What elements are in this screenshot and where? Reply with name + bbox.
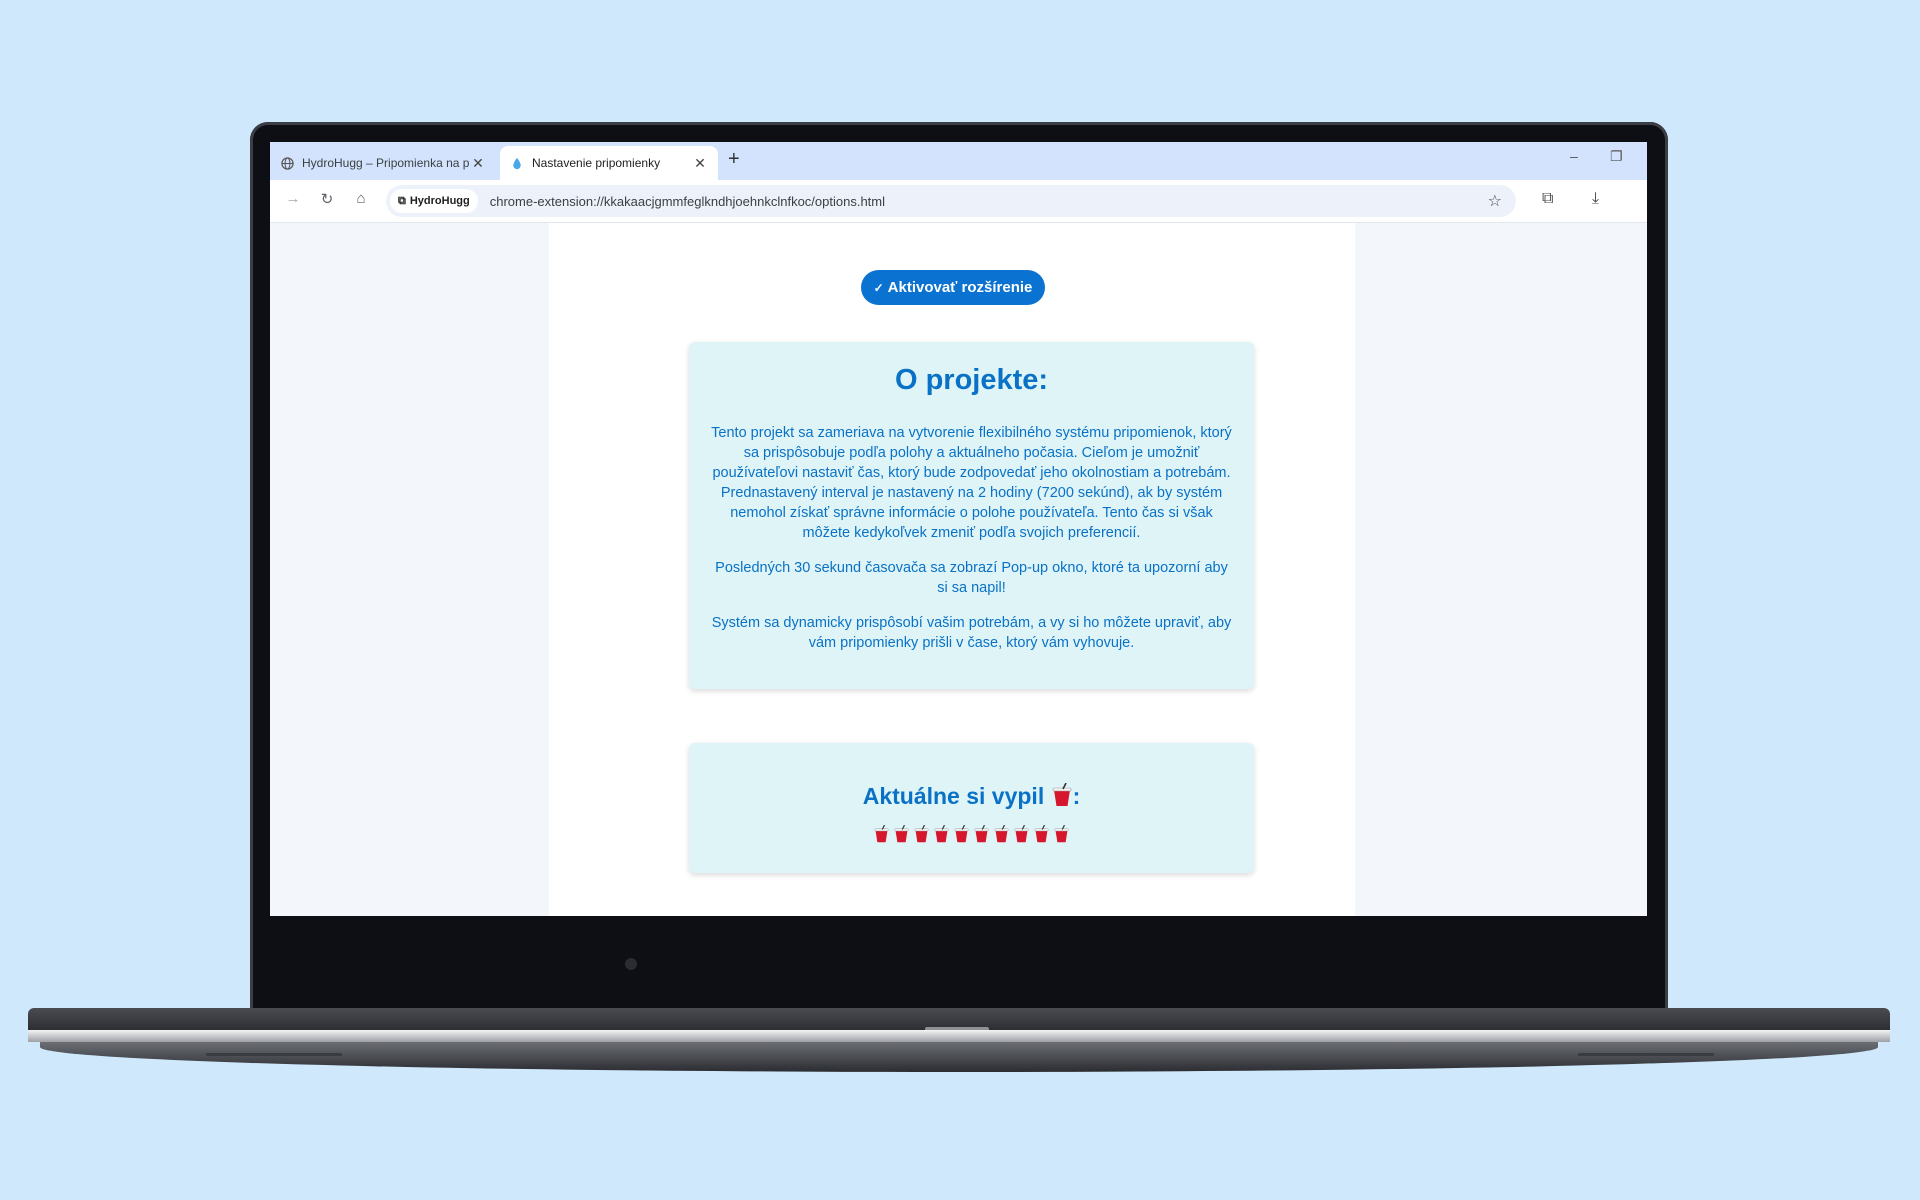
browser-window: HydroHugg – Pripomienka na p ✕ Nastaveni… [270, 142, 1647, 916]
intake-title-colon: : [1072, 783, 1081, 809]
address-bar[interactable]: ⧉ HydroHugg chrome-extension://kkakaacjg… [386, 185, 1516, 217]
activate-button-label: Aktivovať rozšírenie [887, 279, 1033, 296]
cup-with-straw-icon [933, 825, 950, 843]
about-paragraph-1: Tento projekt sa zameriava na vytvorenie… [711, 425, 1232, 541]
tab-nastavenie[interactable]: Nastavenie pripomienky ✕ [500, 146, 718, 180]
extension-chip-label: HydroHugg [409, 195, 470, 207]
globe-icon [280, 156, 294, 170]
minimize-icon[interactable]: – [1570, 148, 1578, 164]
intake-title-text: Aktuálne si vypil [862, 783, 1045, 809]
extensions-icon[interactable]: ⧉ [1542, 190, 1553, 208]
webcam [625, 958, 637, 970]
url-text[interactable]: chrome-extension://kkakaacjgmmfeglkndhjo… [490, 194, 885, 209]
reload-icon[interactable]: ↻ [317, 190, 337, 208]
tab-hydrohugg[interactable]: HydroHugg – Pripomienka na p ✕ [270, 146, 496, 180]
cup-with-straw-icon [893, 825, 910, 843]
tab-title: HydroHugg – Pripomienka na p [302, 156, 470, 170]
cup-with-straw-icon [953, 825, 970, 843]
browser-toolbar: → ↻ ⌂ ⧉ HydroHugg chrome-extension://kka… [270, 180, 1647, 223]
about-paragraph-3: Systém sa dynamicky prispôsobí vašim pot… [711, 615, 1232, 651]
extension-chip[interactable]: ⧉ HydroHugg [390, 189, 478, 213]
home-icon[interactable]: ⌂ [351, 190, 371, 207]
cup-with-straw-icon [973, 825, 990, 843]
forward-icon[interactable]: → [283, 190, 303, 207]
water-drop-icon [510, 156, 524, 170]
activate-extension-button[interactable]: ✓ Aktivovať rozšírenie [861, 270, 1045, 305]
download-icon[interactable]: ⤓ [1592, 190, 1599, 208]
speaker-vent-left [206, 1053, 342, 1056]
about-paragraph-2: Posledných 30 sekund časovača sa zobrazí… [715, 560, 1228, 596]
page-content: ✓ Aktivovať rozšírenie O projekte: Tento… [270, 223, 1647, 916]
about-card: O projekte: Tento projekt sa zameriava n… [689, 342, 1254, 689]
laptop-base-bottom [40, 1042, 1878, 1072]
tab-strip: HydroHugg – Pripomienka na p ✕ Nastaveni… [270, 142, 1647, 180]
cup-with-straw-icon [1013, 825, 1030, 843]
intake-card: Aktuálne si vypil : [689, 743, 1254, 873]
close-tab-icon[interactable]: ✕ [692, 155, 708, 172]
cup-with-straw-icon [913, 825, 930, 843]
cup-with-straw-icon [1033, 825, 1050, 843]
cup-with-straw-icon [873, 825, 890, 843]
speaker-vent-right [1578, 1053, 1714, 1056]
cup-row [711, 825, 1232, 843]
new-tab-button[interactable]: + [728, 148, 740, 171]
options-container: ✓ Aktivovať rozšírenie O projekte: Tento… [549, 223, 1355, 916]
puzzle-icon: ⧉ [398, 194, 406, 207]
cup-with-straw-icon [993, 825, 1010, 843]
tab-title: Nastavenie pripomienky [532, 156, 661, 170]
check-icon: ✓ [873, 280, 884, 295]
bookmark-star-icon[interactable]: ☆ [1488, 191, 1502, 211]
cup-with-straw-icon [1053, 825, 1070, 843]
about-title: O projekte: [894, 364, 1049, 396]
restore-icon[interactable]: ❐ [1610, 148, 1623, 165]
close-tab-icon[interactable]: ✕ [470, 155, 486, 172]
laptop-base-edge [28, 1030, 1890, 1042]
cup-with-straw-icon [1051, 782, 1073, 813]
intake-title: Aktuálne si vypil : [711, 782, 1232, 813]
